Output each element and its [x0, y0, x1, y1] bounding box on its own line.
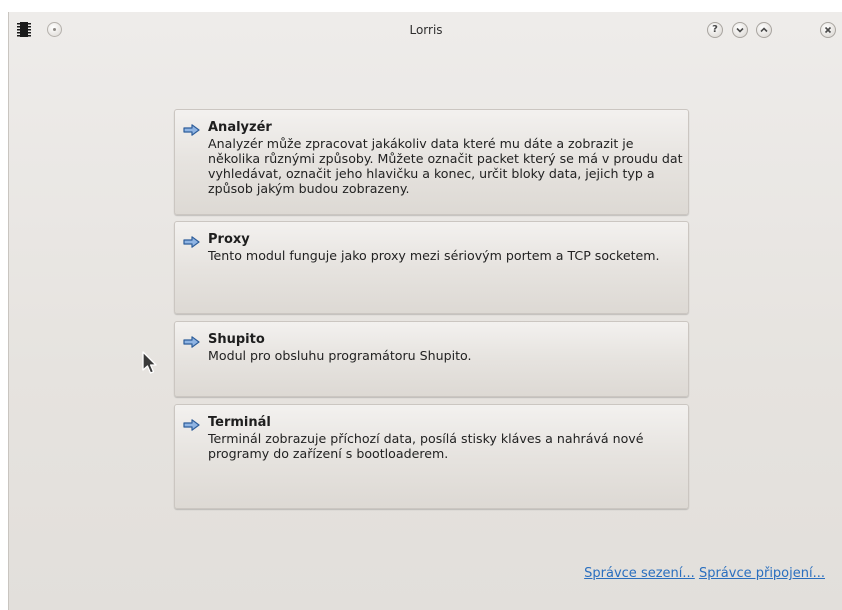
chevron-up-icon — [760, 27, 768, 33]
title-bar[interactable]: Lorris ? — [9, 12, 842, 46]
module-terminal-button[interactable]: Terminál Terminál zobrazuje příchozí dat… — [174, 404, 689, 509]
module-title: Terminál — [208, 415, 271, 430]
main-window: Lorris ? Analyzér Analyzér může zpracova… — [8, 12, 842, 610]
arrow-right-icon — [183, 124, 200, 136]
footer-links: Správce sezení... Správce připojení... — [584, 566, 825, 581]
arrow-right-icon — [183, 336, 200, 348]
module-description: Terminál zobrazuje příchozí data, posílá… — [208, 431, 644, 461]
close-button[interactable] — [820, 22, 836, 38]
module-proxy-button[interactable]: Proxy Tento modul funguje jako proxy mez… — [174, 221, 689, 314]
chevron-down-icon — [736, 27, 744, 33]
connection-manager-link[interactable]: Správce připojení... — [699, 566, 825, 581]
module-title: Shupito — [208, 332, 265, 347]
maximize-button[interactable] — [756, 22, 772, 38]
help-button[interactable]: ? — [707, 22, 723, 38]
arrow-right-icon — [183, 236, 200, 248]
mouse-pointer-icon — [142, 351, 157, 374]
close-icon — [824, 26, 832, 34]
session-manager-link[interactable]: Správce sezení... — [584, 566, 695, 581]
arrow-right-icon — [183, 419, 200, 431]
module-analyzer-button[interactable]: Analyzér Analyzér může zpracovat jakákol… — [174, 109, 689, 215]
module-description: Modul pro obsluhu programátoru Shupito. — [208, 348, 472, 363]
module-title: Proxy — [208, 232, 250, 247]
minimize-button[interactable] — [732, 22, 748, 38]
module-title: Analyzér — [208, 120, 272, 135]
module-shupito-button[interactable]: Shupito Modul pro obsluhu programátoru S… — [174, 321, 689, 397]
module-description: Tento modul funguje jako proxy mezi séri… — [208, 248, 660, 263]
module-description: Analyzér může zpracovat jakákoliv data k… — [208, 136, 683, 196]
